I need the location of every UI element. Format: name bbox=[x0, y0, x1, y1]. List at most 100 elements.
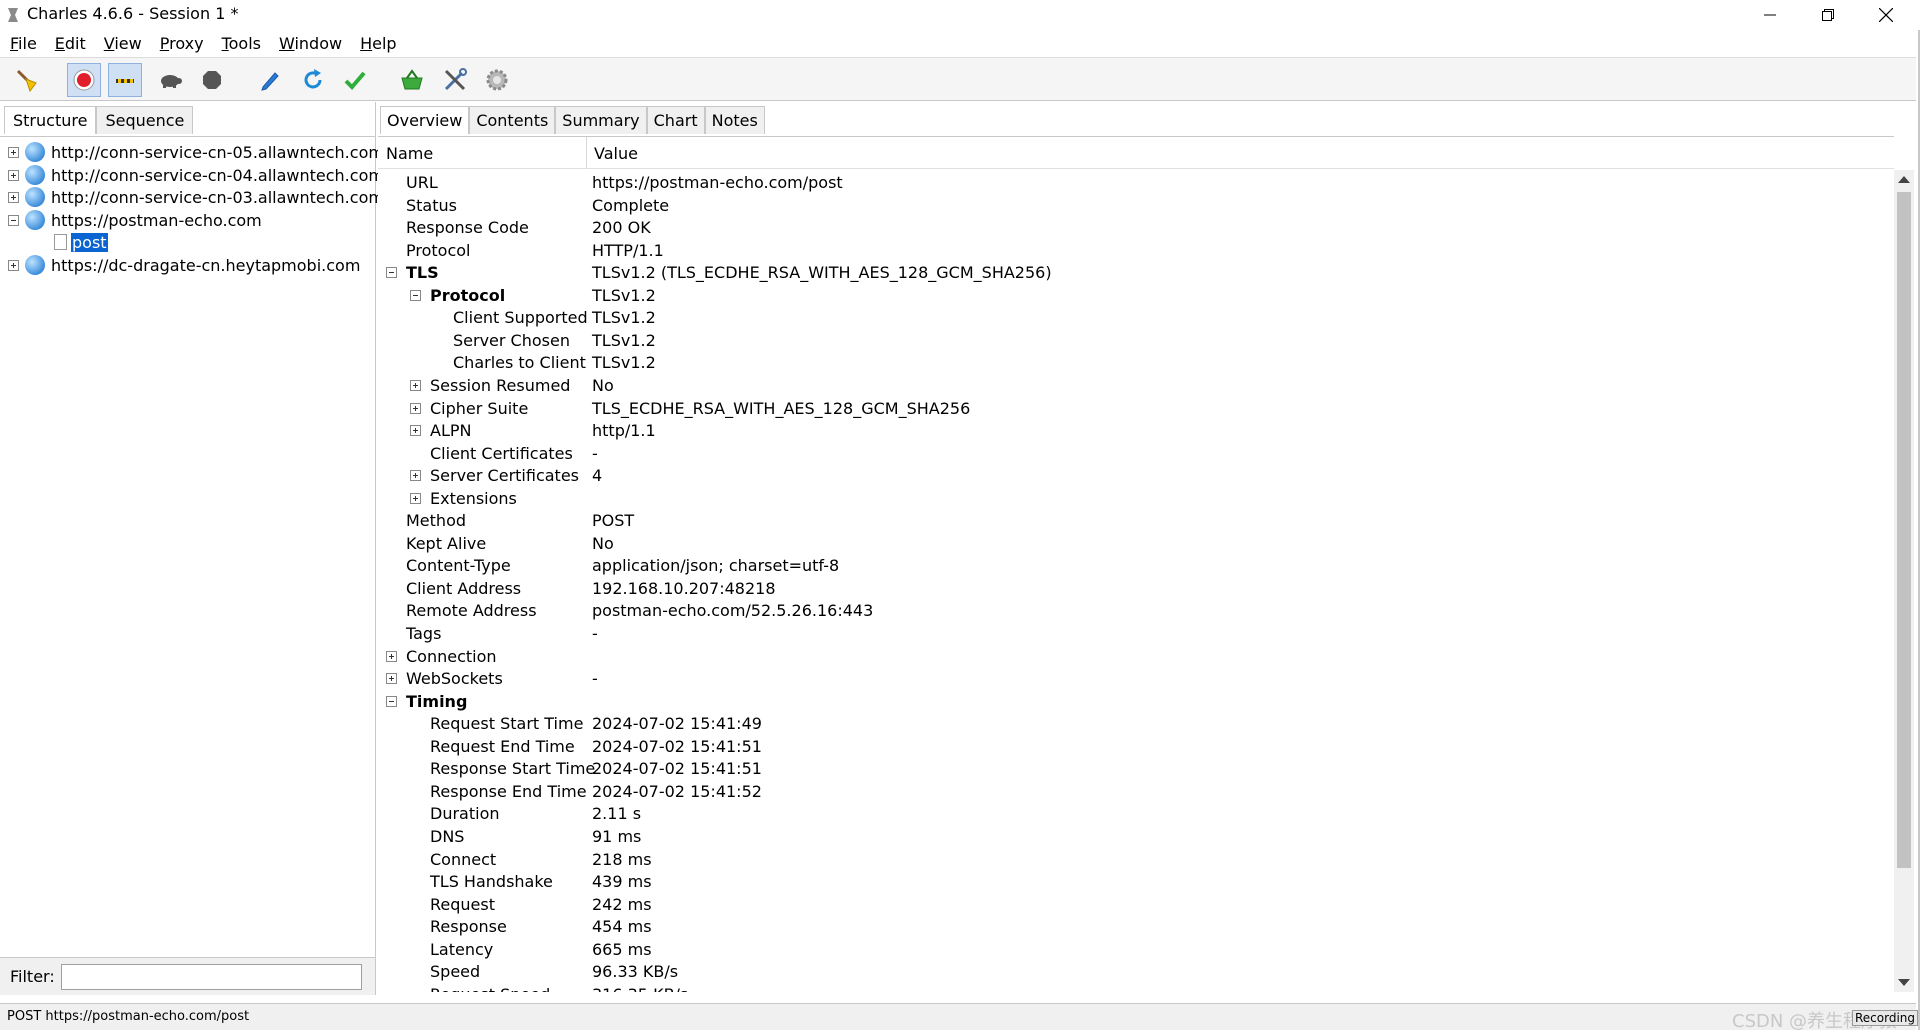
table-row[interactable]: Timing bbox=[378, 690, 1894, 712]
expand-icon[interactable] bbox=[8, 259, 19, 271]
table-row[interactable]: ALPN http/1.1 bbox=[378, 419, 1894, 441]
clear-session-button[interactable] bbox=[10, 63, 44, 97]
menu-window[interactable]: Window bbox=[269, 32, 350, 56]
table-row[interactable]: Request Start Time 2024-07-02 15:41:49 bbox=[378, 712, 1894, 734]
expand-icon[interactable] bbox=[8, 191, 19, 203]
table-row[interactable]: TLS TLSv1.2 (TLS_ECDHE_RSA_WITH_AES_128_G… bbox=[378, 261, 1894, 283]
table-row[interactable]: Client Supported TLSv1.2 bbox=[378, 306, 1894, 328]
table-row[interactable]: TLS Handshake 439 ms bbox=[378, 870, 1894, 892]
table-row[interactable]: Remote Address postman-echo.com/52.5.26.1… bbox=[378, 599, 1894, 621]
expand-icon[interactable] bbox=[410, 379, 421, 391]
tree-node-host[interactable]: http://conn-service-cn-03.allawntech.com bbox=[8, 186, 384, 208]
filter-label: Filter: bbox=[10, 967, 55, 986]
expand-icon[interactable] bbox=[410, 425, 421, 437]
scroll-up-icon[interactable] bbox=[1898, 176, 1910, 183]
table-row[interactable]: Latency 665 ms bbox=[378, 938, 1894, 960]
tab-chart[interactable]: Chart bbox=[646, 106, 705, 134]
table-row[interactable]: Content-Type application/json; charset=ut… bbox=[378, 554, 1894, 576]
table-row[interactable]: DNS 91 ms bbox=[378, 825, 1894, 847]
table-row[interactable]: Protocol TLSv1.2 bbox=[378, 284, 1894, 306]
expand-icon[interactable] bbox=[410, 492, 421, 504]
menu-help[interactable]: Help bbox=[350, 32, 404, 56]
stop-button[interactable] bbox=[195, 63, 229, 97]
table-row[interactable]: Response Start Time 2024-07-02 15:41:51 bbox=[378, 757, 1894, 779]
menu-proxy[interactable]: Proxy bbox=[150, 32, 212, 56]
table-row[interactable]: Response 454 ms bbox=[378, 915, 1894, 937]
collapse-icon[interactable] bbox=[410, 289, 421, 301]
row-value: - bbox=[592, 669, 598, 689]
row-name: URL bbox=[406, 173, 438, 192]
table-row[interactable]: URL https://postman-echo.com/post bbox=[378, 171, 1894, 193]
collapse-icon[interactable] bbox=[8, 214, 19, 226]
tree-node-request[interactable]: post bbox=[54, 231, 108, 253]
throttle-button[interactable] bbox=[108, 63, 142, 97]
table-row[interactable]: Tags - bbox=[378, 622, 1894, 644]
collapse-icon[interactable] bbox=[386, 267, 397, 279]
scroll-down-icon[interactable] bbox=[1898, 979, 1910, 986]
table-row[interactable]: Response Code 200 OK bbox=[378, 216, 1894, 238]
tools-button[interactable] bbox=[438, 63, 472, 97]
table-row[interactable]: Request 242 ms bbox=[378, 893, 1894, 915]
menu-file[interactable]: File bbox=[0, 32, 45, 56]
menu-edit[interactable]: Edit bbox=[45, 32, 94, 56]
compose-button[interactable] bbox=[253, 63, 287, 97]
table-row[interactable]: Server Chosen TLSv1.2 bbox=[378, 329, 1894, 351]
column-header-value[interactable]: Value bbox=[594, 144, 638, 163]
json-file-icon bbox=[54, 234, 67, 250]
shopping-basket-button[interactable] bbox=[395, 63, 429, 97]
tab-sequence[interactable]: Sequence bbox=[96, 106, 194, 134]
restore-button[interactable] bbox=[1799, 0, 1857, 30]
table-row[interactable]: Charles to Client TLSv1.2 bbox=[378, 351, 1894, 373]
menu-tools[interactable]: Tools bbox=[212, 32, 269, 56]
tree-node-host[interactable]: http://conn-service-cn-05.allawntech.com bbox=[8, 141, 384, 163]
table-row[interactable]: WebSockets - bbox=[378, 667, 1894, 689]
table-row[interactable]: Cipher Suite TLS_ECDHE_RSA_WITH_AES_128_G… bbox=[378, 397, 1894, 419]
menu-view[interactable]: View bbox=[94, 32, 150, 56]
table-row[interactable]: Request End Time 2024-07-02 15:41:51 bbox=[378, 735, 1894, 757]
vertical-scrollbar[interactable] bbox=[1894, 170, 1914, 992]
table-row[interactable]: Status Complete bbox=[378, 194, 1894, 216]
column-header-name[interactable]: Name bbox=[386, 144, 433, 163]
close-button[interactable] bbox=[1857, 0, 1915, 30]
tree-node-host[interactable]: https://postman-echo.com bbox=[8, 209, 262, 231]
tab-notes[interactable]: Notes bbox=[704, 106, 765, 134]
validate-button[interactable] bbox=[338, 63, 372, 97]
table-row[interactable]: Connect 218 ms bbox=[378, 848, 1894, 870]
expand-icon[interactable] bbox=[386, 650, 397, 662]
tree-node-host[interactable]: https://dc-dragate-cn.heytapmobi.com bbox=[8, 254, 360, 276]
table-row[interactable]: Method POST bbox=[378, 509, 1894, 531]
table-row[interactable]: Response End Time 2024-07-02 15:41:52 bbox=[378, 780, 1894, 802]
table-row[interactable]: Protocol HTTP/1.1 bbox=[378, 239, 1894, 261]
repeat-button[interactable] bbox=[296, 63, 330, 97]
breakpoints-button[interactable] bbox=[153, 63, 187, 97]
table-row[interactable]: Request Speed 316.35 KB/s bbox=[378, 983, 1894, 992]
tab-summary[interactable]: Summary bbox=[555, 106, 647, 134]
table-row[interactable]: Connection bbox=[378, 645, 1894, 667]
record-button[interactable] bbox=[67, 63, 101, 97]
row-value: postman-echo.com/52.5.26.16:443 bbox=[592, 601, 874, 621]
table-row[interactable]: Session Resumed No bbox=[378, 374, 1894, 396]
table-row[interactable]: Kept Alive No bbox=[378, 532, 1894, 554]
tab-overview[interactable]: Overview bbox=[380, 106, 470, 134]
expand-icon[interactable] bbox=[410, 470, 421, 482]
table-row[interactable]: Extensions bbox=[378, 487, 1894, 509]
tab-contents[interactable]: Contents bbox=[469, 106, 556, 134]
throttle-icon bbox=[116, 79, 134, 83]
table-row[interactable]: Duration 2.11 s bbox=[378, 802, 1894, 824]
expand-icon[interactable] bbox=[386, 673, 397, 685]
collapse-icon[interactable] bbox=[386, 695, 397, 707]
expand-icon[interactable] bbox=[410, 402, 421, 414]
expand-icon[interactable] bbox=[8, 146, 19, 158]
minimize-button[interactable] bbox=[1741, 0, 1799, 30]
expand-icon[interactable] bbox=[8, 169, 19, 181]
settings-button[interactable] bbox=[480, 63, 514, 97]
filter-input[interactable] bbox=[61, 964, 362, 990]
table-row[interactable]: Client Address 192.168.10.207:48218 bbox=[378, 577, 1894, 599]
scrollbar-thumb[interactable] bbox=[1897, 192, 1911, 868]
table-row[interactable]: Server Certificates 4 bbox=[378, 464, 1894, 486]
tab-structure[interactable]: Structure bbox=[4, 106, 97, 134]
column-divider[interactable] bbox=[586, 137, 587, 169]
table-row[interactable]: Client Certificates - bbox=[378, 442, 1894, 464]
table-row[interactable]: Speed 96.33 KB/s bbox=[378, 960, 1894, 982]
tree-node-host[interactable]: http://conn-service-cn-04.allawntech.com bbox=[8, 164, 384, 186]
